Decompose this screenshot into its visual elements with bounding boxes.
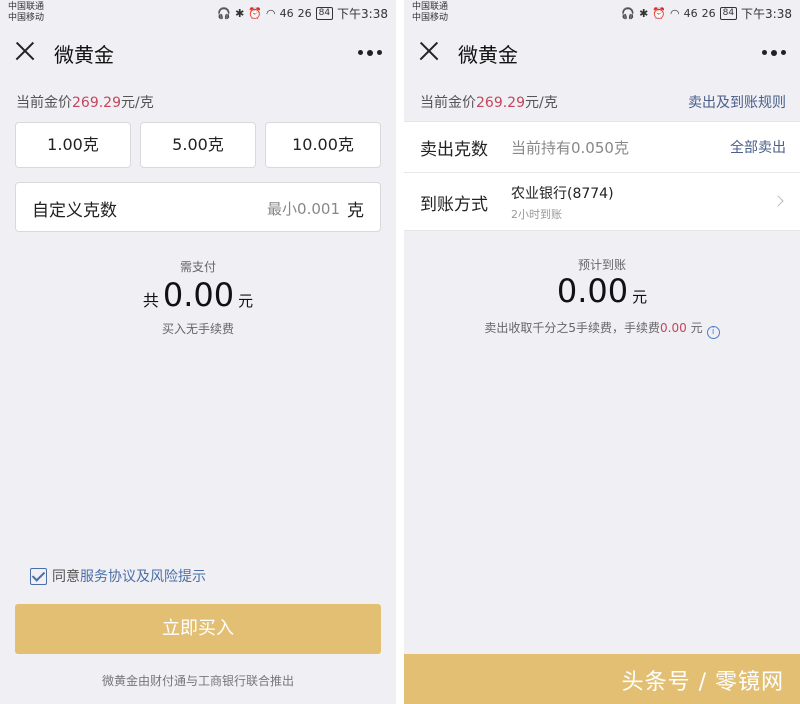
fee-note: 买入无手续费 <box>161 322 234 336</box>
buy-screen: 中国联通 中国移动 🎧 ✱ ⏰ ◠ 46 26 84 下午3:38 微黄金 当前… <box>0 0 396 704</box>
bluetooth-icon: ✱ <box>235 7 245 20</box>
alarm-icon: ⏰ <box>652 7 666 20</box>
status-bar: 中国联通 中国移动 🎧 ✱ ⏰ ◠ 46 26 84 下午3:38 <box>0 0 396 28</box>
buy-button[interactable]: 立即买入 <box>15 604 381 654</box>
wifi-icon: ◠ <box>669 7 680 20</box>
quick-amount-10g[interactable]: 10.00克 <box>265 122 381 168</box>
payout-method-row[interactable]: 到账方式 农业银行(8774) 2小时到账 <box>404 172 800 230</box>
headphone-icon: 🎧 <box>217 7 232 20</box>
custom-grams-placeholder: 最小0.001 <box>267 200 340 218</box>
quick-amount-5g[interactable]: 5.00克 <box>140 122 256 168</box>
sell-all-button[interactable]: 全部卖出 <box>730 137 786 157</box>
close-icon[interactable] <box>12 38 38 64</box>
signal-1-icon: 46 <box>279 7 294 20</box>
currency: 元 <box>238 292 254 310</box>
sell-form: 卖出克数 当前持有0.050克 全部卖出 到账方式 农业银行(8774) 2小时… <box>404 121 800 231</box>
fee-note-prefix: 卖出收取千分之5手续费，手续费 <box>484 321 661 335</box>
custom-grams-label: 自定义克数 <box>32 201 117 221</box>
bank-eta: 2小时到账 <box>511 208 562 221</box>
close-icon[interactable] <box>416 38 442 64</box>
price-unit: 元/克 <box>525 95 558 111</box>
gold-price: 当前金价269.29元/克 <box>420 92 558 112</box>
signal-2-icon: 26 <box>701 7 716 20</box>
sell-rules-link[interactable]: 卖出及到账规则 <box>688 92 786 112</box>
price-value: 269.29 <box>72 95 121 111</box>
more-icon[interactable] <box>358 49 382 56</box>
watermark: 头条号 / 零镜网 <box>621 670 784 695</box>
nav-bar: 微黄金 <box>404 28 800 78</box>
carrier-1: 中国联通 <box>412 2 449 12</box>
more-icon[interactable] <box>762 49 786 56</box>
nav-bar: 微黄金 <box>0 28 396 78</box>
custom-grams-input[interactable]: 自定义克数 最小0.001 克 <box>15 182 381 232</box>
quick-amount-1g[interactable]: 1.00克 <box>15 122 131 168</box>
battery-icon: 84 <box>719 7 738 20</box>
carrier-1: 中国联通 <box>8 2 45 12</box>
agreement-link[interactable]: 服务协议及风险提示 <box>80 566 206 586</box>
chevron-right-icon <box>772 195 784 207</box>
footer-note: 微黄金由财付通与工商银行联合推出 <box>101 674 294 688</box>
carrier-names: 中国联通 中国移动 <box>412 2 448 24</box>
fee-value: 0.00 <box>660 321 687 335</box>
fee-unit: 元 <box>690 321 703 335</box>
bank-name: 农业银行(8774) <box>511 186 614 202</box>
expected-value: 0.00 <box>556 272 629 310</box>
alarm-icon: ⏰ <box>248 7 262 20</box>
carrier-2: 中国移动 <box>8 13 45 23</box>
agree-checkbox[interactable] <box>30 567 47 585</box>
bluetooth-icon: ✱ <box>639 7 649 20</box>
price-value: 269.29 <box>476 95 525 111</box>
signal-2-icon: 26 <box>297 7 312 20</box>
clock: 下午3:38 <box>741 7 792 21</box>
agreement: 同意 服务协议及风险提示 <box>30 566 206 586</box>
price-prefix: 当前金价 <box>420 95 476 111</box>
sell-amount-label: 卖出克数 <box>420 140 488 160</box>
page-title: 微黄金 <box>54 43 114 67</box>
price-prefix: 当前金价 <box>16 95 72 111</box>
status-bar: 中国联通 中国移动 🎧 ✱ ⏰ ◠ 46 26 84 下午3:38 <box>404 0 800 28</box>
sell-fee-note: 卖出收取千分之5手续费，手续费0.00 元i <box>404 319 800 339</box>
pay-label: 需支付 <box>179 260 216 274</box>
total-amount: 共 0.00 元 <box>0 276 396 314</box>
battery-icon: 84 <box>315 7 334 20</box>
carrier-2: 中国移动 <box>412 13 449 23</box>
expected-amount: 0.00 元 <box>404 272 800 310</box>
agree-prefix: 同意 <box>52 569 80 585</box>
info-icon[interactable]: i <box>706 326 720 339</box>
clock: 下午3:38 <box>337 7 388 21</box>
signal-1-icon: 46 <box>683 7 698 20</box>
total-value: 0.00 <box>162 276 235 314</box>
price-unit: 元/克 <box>121 95 154 111</box>
panel-divider <box>396 0 404 704</box>
sell-amount-input[interactable]: 当前持有0.050克 <box>511 137 629 158</box>
status-icons: 🎧 ✱ ⏰ ◠ 46 26 84 下午3:38 <box>621 5 792 22</box>
custom-grams-unit: 克 <box>347 201 364 221</box>
page-title: 微黄金 <box>458 43 518 67</box>
currency: 元 <box>632 288 648 306</box>
wifi-icon: ◠ <box>265 7 276 20</box>
status-icons: 🎧 ✱ ⏰ ◠ 46 26 84 下午3:38 <box>217 5 388 22</box>
headphone-icon: 🎧 <box>621 7 636 20</box>
total-prefix: 共 <box>142 291 159 310</box>
sell-amount-row[interactable]: 卖出克数 当前持有0.050克 全部卖出 <box>404 122 800 172</box>
gold-price: 当前金价269.29元/克 <box>16 92 154 112</box>
sell-screen: 中国联通 中国移动 🎧 ✱ ⏰ ◠ 46 26 84 下午3:38 微黄金 当前… <box>404 0 800 704</box>
carrier-names: 中国联通 中国移动 <box>8 2 44 24</box>
payout-method-label: 到账方式 <box>420 195 488 215</box>
expected-label: 预计到账 <box>577 258 626 272</box>
